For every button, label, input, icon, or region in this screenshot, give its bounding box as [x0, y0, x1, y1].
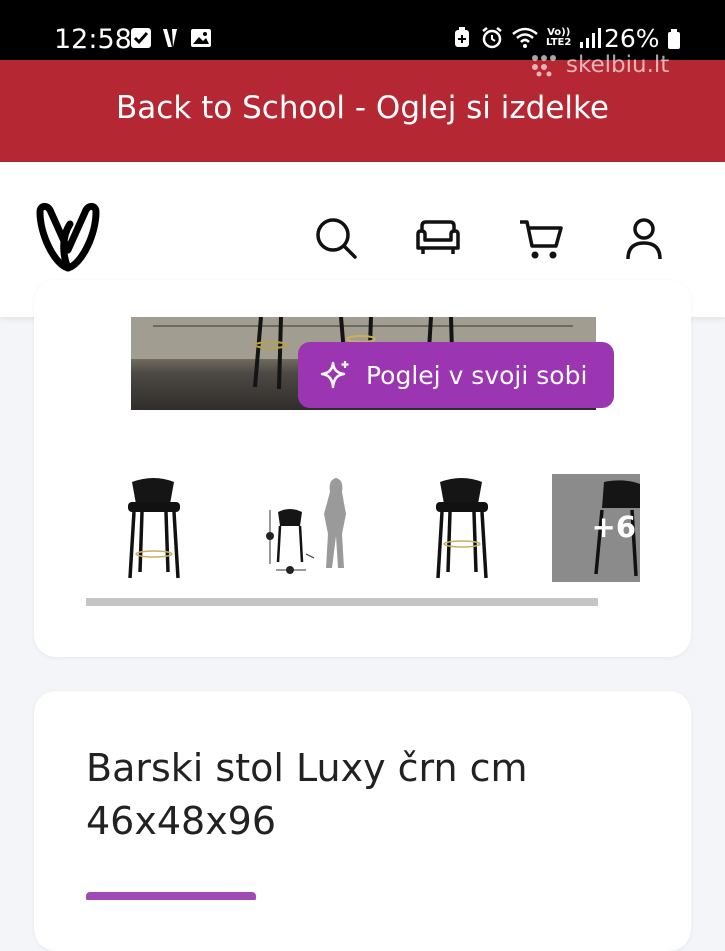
notification-icons: [130, 27, 212, 49]
battery-icon: [667, 29, 680, 49]
network-type: Vo)) LTE2: [546, 27, 572, 48]
sparkle-icon: [320, 361, 349, 389]
signal-icon: [580, 28, 602, 48]
more-images-count[interactable]: +6: [592, 510, 636, 544]
image-notification-icon: [191, 29, 211, 47]
battery-saver-icon: [455, 27, 469, 47]
clock: 12:58: [54, 24, 132, 55]
alarm-icon: [482, 27, 502, 49]
status-bar: 12:58 Vo)) LTE2 26%: [0, 0, 725, 60]
battery-level: 26%: [604, 24, 680, 53]
watermark: skelbiu.lt: [530, 52, 669, 78]
wifi-icon: [512, 27, 538, 48]
sofa-icon[interactable]: [414, 218, 462, 258]
watermark-dots-icon: [532, 55, 556, 77]
gallery-scrollbar[interactable]: [86, 598, 598, 606]
cart-icon[interactable]: [518, 216, 564, 262]
price-partial: [86, 866, 256, 900]
product-thumbnail-1[interactable]: [110, 474, 198, 582]
account-icon[interactable]: [624, 217, 664, 261]
view-in-room-button[interactable]: Poglej v svoji sobi: [298, 342, 614, 408]
system-icons: Vo)) LTE2: [452, 26, 602, 50]
product-thumbnail-dimensions[interactable]: [262, 474, 350, 582]
product-title: Barski stol Luxy črn cm 46x48x96: [86, 746, 528, 843]
checkbox-notification-icon: [131, 28, 151, 48]
search-icon[interactable]: [314, 216, 358, 260]
view-in-room-label[interactable]: Poglej v svoji sobi: [366, 361, 587, 390]
brand-logo[interactable]: [32, 202, 104, 274]
product-thumbnail-2[interactable]: [418, 474, 506, 582]
more-images-thumbnail[interactable]: +6: [552, 474, 640, 582]
app-notification-icon: [163, 29, 177, 47]
promo-banner-text[interactable]: Back to School - Oglej si izdelke: [0, 90, 725, 126]
watermark-text: skelbiu.lt: [566, 52, 670, 78]
